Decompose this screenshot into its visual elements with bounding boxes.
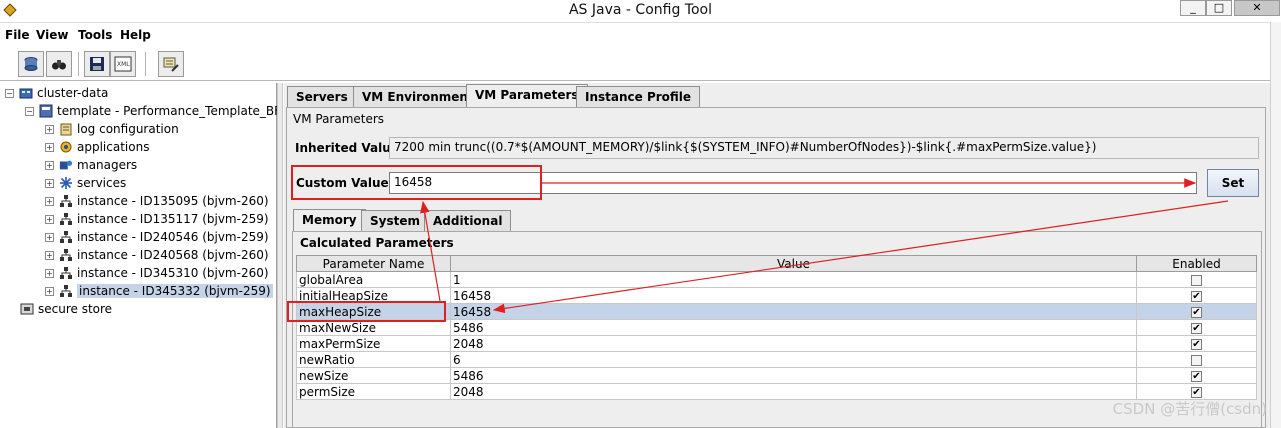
watermark: CSDN @苦行僧(csdn) (1112, 400, 1267, 418)
annotation-arrow-to-value (492, 200, 1229, 314)
annotation-arrows (420, 178, 1229, 314)
annotation-arrow-to-custom (420, 200, 441, 302)
